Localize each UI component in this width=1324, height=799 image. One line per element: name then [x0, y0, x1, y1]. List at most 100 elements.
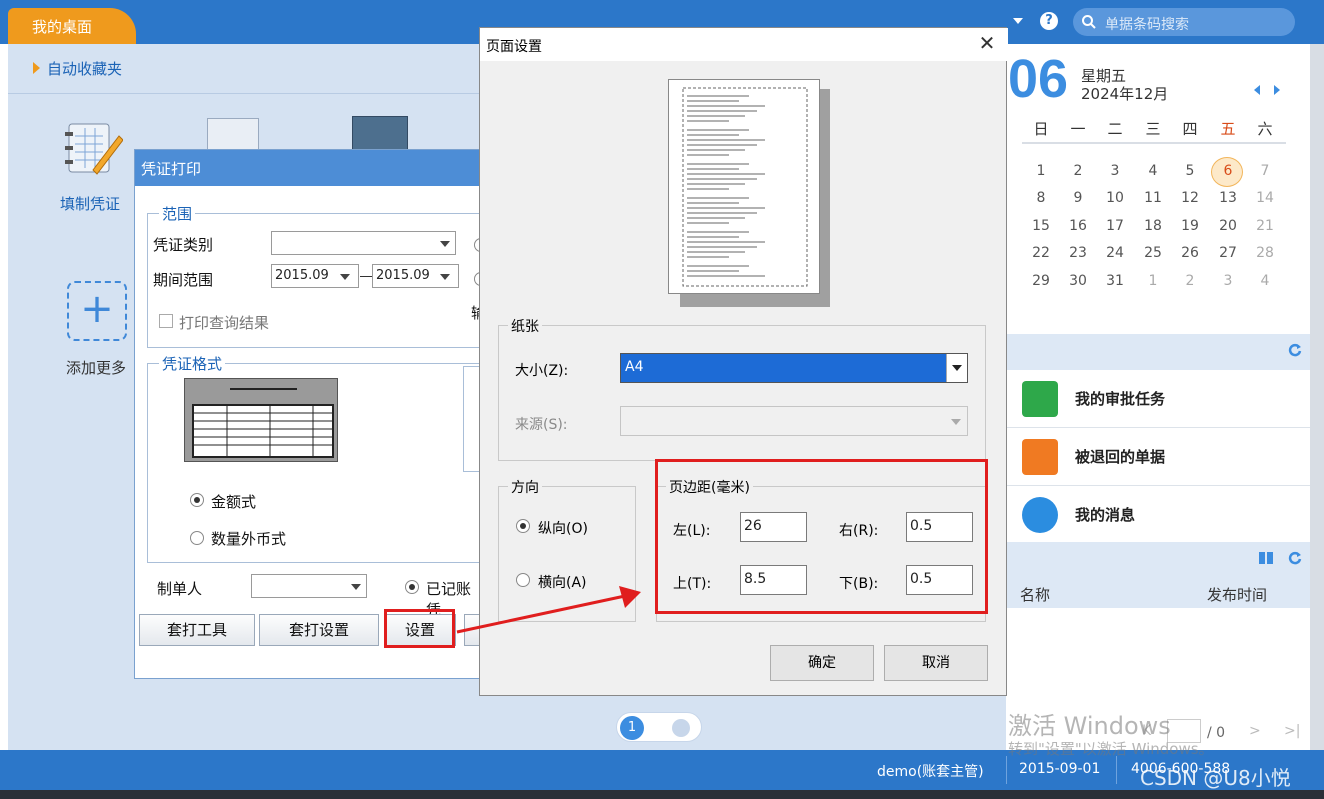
chevron-down-icon: [951, 419, 961, 425]
qty-fx-format-radio[interactable]: [190, 531, 204, 545]
voucher-type-select[interactable]: [271, 231, 456, 255]
size-label: 大小(Z):: [515, 363, 569, 379]
pager-last-icon[interactable]: >|: [1284, 723, 1300, 739]
calendar-day-cell[interactable]: 1: [1138, 273, 1168, 289]
ok-button[interactable]: 确定: [770, 645, 874, 681]
calendar-day-cell[interactable]: 7: [1250, 163, 1280, 179]
task-row[interactable]: 我的审批任务: [1007, 370, 1310, 428]
source-select: [620, 406, 968, 436]
task-label: 我的消息: [1075, 506, 1136, 524]
calendar-day-cell[interactable]: 3: [1100, 163, 1130, 179]
add-more-label[interactable]: 添加更多: [66, 357, 126, 378]
calendar-day-cell[interactable]: 10: [1100, 190, 1130, 206]
calendar-day-cell[interactable]: 22: [1026, 245, 1056, 261]
calendar-day-cell[interactable]: 21: [1250, 218, 1280, 234]
calendar-day-cell[interactable]: 27: [1213, 245, 1243, 261]
green-briefcase-icon: [1022, 381, 1058, 417]
calendar-day-cell[interactable]: 20: [1213, 218, 1243, 234]
settings-highlight-box: [384, 609, 455, 648]
task-label: 我的审批任务: [1075, 390, 1166, 408]
print-setup-button[interactable]: 套打设置: [259, 614, 379, 646]
calendar-weekday-header: 四: [1182, 120, 1198, 138]
chevron-down-icon: [952, 365, 962, 371]
calendar-day-cell[interactable]: 18: [1138, 218, 1168, 234]
calendar-day-cell[interactable]: 23: [1063, 245, 1093, 261]
amount-format-label: 金额式: [211, 493, 257, 511]
calendar-day-cell[interactable]: 4: [1138, 163, 1168, 179]
calendar-day-cell[interactable]: 24: [1100, 245, 1130, 261]
close-icon[interactable]: ✕: [974, 32, 1000, 56]
news-col-name: 名称: [1020, 586, 1051, 604]
amount-format-radio[interactable]: [190, 493, 204, 507]
refresh-icon[interactable]: [1288, 551, 1302, 565]
calendar-day-cell[interactable]: 11: [1138, 190, 1168, 206]
calendar-day-cell[interactable]: 1: [1026, 163, 1056, 179]
status-user: demo(账套主管): [877, 764, 984, 780]
calendar-weekday-header: 二: [1107, 120, 1123, 138]
source-label: 来源(S):: [515, 417, 568, 433]
calendar-day-cell[interactable]: 3: [1213, 273, 1243, 289]
calendar-day-cell[interactable]: 6: [1213, 163, 1243, 179]
calendar-weekday-header: 五: [1220, 120, 1236, 138]
next-month-icon[interactable]: [1274, 85, 1280, 95]
search-input[interactable]: 单据条码搜索: [1073, 8, 1295, 36]
calendar-day-cell[interactable]: 14: [1250, 190, 1280, 206]
task-row[interactable]: 我的消息: [1007, 486, 1310, 544]
calendar-day-cell[interactable]: 28: [1250, 245, 1280, 261]
calendar-day-cell[interactable]: 29: [1026, 273, 1056, 289]
task-row[interactable]: 被退回的单据: [1007, 428, 1310, 486]
right-scrollbar[interactable]: [1310, 44, 1324, 750]
range-legend: 范围: [159, 203, 196, 224]
news-col-time: 发布时间: [1207, 586, 1268, 604]
calendar-day-cell[interactable]: 25: [1138, 245, 1168, 261]
calendar-day-cell[interactable]: 2: [1175, 273, 1205, 289]
calendar-day-cell[interactable]: 2: [1063, 163, 1093, 179]
size-value: A4: [625, 359, 644, 375]
help-icon[interactable]: ?: [1040, 12, 1058, 30]
cancel-button[interactable]: 取消: [884, 645, 988, 681]
search-icon: [1082, 15, 1096, 29]
book-icon[interactable]: [1258, 551, 1274, 565]
prev-month-icon[interactable]: [1254, 85, 1260, 95]
plus-icon[interactable]: +: [67, 281, 127, 341]
maker-select[interactable]: [251, 574, 367, 598]
calendar-day-cell[interactable]: 15: [1026, 218, 1056, 234]
print-query-result-checkbox[interactable]: [159, 314, 173, 328]
favorites-label[interactable]: 自动收藏夹: [47, 58, 122, 79]
pencil-ledger-icon[interactable]: [63, 118, 124, 176]
posted-radio[interactable]: [405, 580, 419, 594]
portrait-radio[interactable]: [516, 519, 530, 533]
refresh-icon[interactable]: [1288, 343, 1302, 357]
calendar-day-cell[interactable]: 13: [1213, 190, 1243, 206]
calendar-day-cell[interactable]: 30: [1063, 273, 1093, 289]
calendar-day-cell[interactable]: 31: [1100, 273, 1130, 289]
expand-arrow-icon[interactable]: [33, 62, 40, 74]
calendar-day-cell[interactable]: 16: [1063, 218, 1093, 234]
maker-label: 制单人: [157, 580, 203, 598]
calendar-day-cell[interactable]: 26: [1175, 245, 1205, 261]
voucher-format-preview: [184, 378, 338, 462]
calendar-day-cell[interactable]: 8: [1026, 190, 1056, 206]
calendar-day-cell[interactable]: 12: [1175, 190, 1205, 206]
calendar-day-cell[interactable]: 9: [1063, 190, 1093, 206]
size-select[interactable]: A4: [620, 353, 968, 383]
task-label: 被退回的单据: [1075, 448, 1166, 466]
page-1-dot[interactable]: 1: [620, 716, 644, 740]
tasks-header: [1007, 334, 1310, 370]
pager-next-icon[interactable]: >: [1249, 723, 1261, 739]
calendar-day-cell[interactable]: 5: [1175, 163, 1205, 179]
calendar-day-cell[interactable]: 17: [1100, 218, 1130, 234]
dropdown-arrow-icon[interactable]: [1013, 18, 1023, 24]
chevron-down-icon: [440, 241, 450, 247]
chevron-down-icon: [351, 584, 361, 590]
page-switch-control[interactable]: 1: [616, 712, 702, 742]
orientation-legend: 方向: [508, 477, 542, 497]
calendar-day-cell[interactable]: 4: [1250, 273, 1280, 289]
fill-voucher-label[interactable]: 填制凭证: [60, 193, 120, 214]
print-tools-button[interactable]: 套打工具: [139, 614, 255, 646]
tab-my-desktop[interactable]: 我的桌面: [8, 8, 136, 44]
search-placeholder: 单据条码搜索: [1105, 17, 1189, 33]
size-dropdown-button[interactable]: [946, 354, 967, 382]
wrench-icon[interactable]: [672, 719, 690, 737]
calendar-day-cell[interactable]: 19: [1175, 218, 1205, 234]
